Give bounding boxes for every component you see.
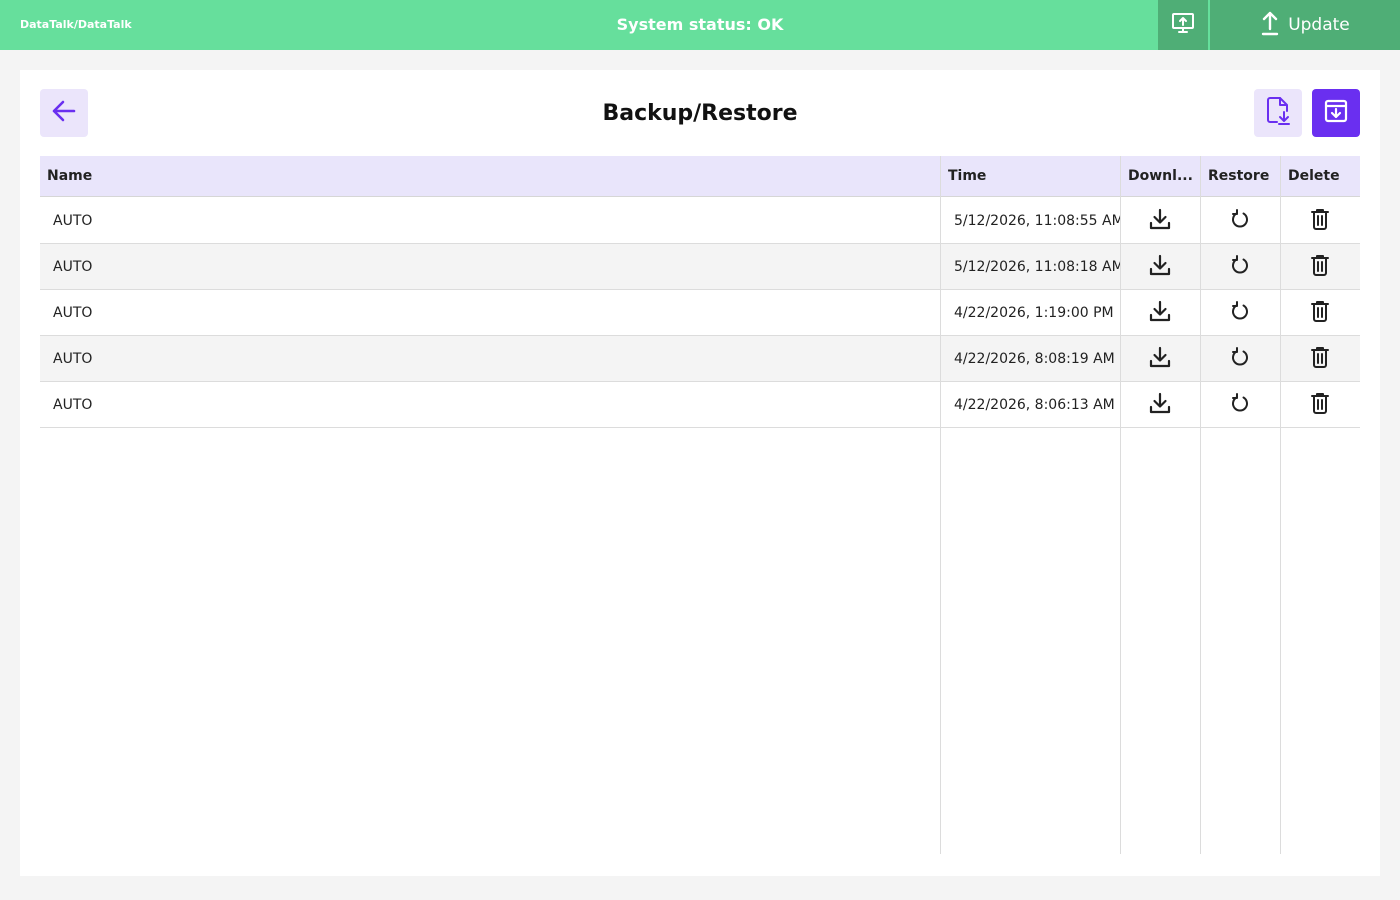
backup-time: 4/22/2026, 1:19:00 PM xyxy=(954,305,1114,321)
table-row[interactable]: AUTO 4/22/2026, 8:06:13 AM xyxy=(40,382,1360,428)
file-download-button[interactable] xyxy=(1254,89,1302,137)
backup-time: 5/12/2026, 11:08:55 AM xyxy=(954,213,1120,229)
backup-time: 4/22/2026, 8:08:19 AM xyxy=(954,351,1115,367)
trash-icon xyxy=(1310,300,1330,326)
breadcrumb[interactable]: DataTalk/DataTalk xyxy=(20,18,132,31)
column-divider xyxy=(940,156,941,854)
column-header-restore[interactable]: Restore xyxy=(1201,156,1281,197)
download-button[interactable] xyxy=(1120,382,1200,428)
download-button[interactable] xyxy=(1120,198,1200,244)
download-icon xyxy=(1149,300,1171,326)
restore-icon xyxy=(1229,254,1251,280)
screen-upload-button[interactable] xyxy=(1158,0,1208,50)
column-divider xyxy=(1120,156,1121,854)
archive-download-button[interactable] xyxy=(1312,89,1360,137)
top-bar: DataTalk/DataTalk System status: OK Upda… xyxy=(0,0,1400,50)
table-row[interactable]: AUTO 5/12/2026, 11:08:18 AM xyxy=(40,244,1360,290)
table-row[interactable]: AUTO 4/22/2026, 8:08:19 AM xyxy=(40,336,1360,382)
back-button[interactable] xyxy=(40,89,88,137)
download-icon xyxy=(1149,208,1171,234)
delete-button[interactable] xyxy=(1280,290,1360,336)
delete-button[interactable] xyxy=(1280,382,1360,428)
delete-button[interactable] xyxy=(1280,198,1360,244)
restore-icon xyxy=(1229,208,1251,234)
download-icon xyxy=(1149,392,1171,418)
update-button[interactable]: Update xyxy=(1210,0,1400,50)
download-button[interactable] xyxy=(1120,290,1200,336)
column-divider xyxy=(1200,156,1201,854)
backup-table: Name Time Downl... Restore Delete AUTO 5… xyxy=(40,156,1360,854)
download-icon xyxy=(1149,254,1171,280)
restore-button[interactable] xyxy=(1200,198,1280,244)
screen-upload-icon xyxy=(1171,11,1195,39)
restore-button[interactable] xyxy=(1200,336,1280,382)
trash-icon xyxy=(1310,208,1330,234)
column-header-name[interactable]: Name xyxy=(40,156,940,197)
restore-icon xyxy=(1229,300,1251,326)
download-button[interactable] xyxy=(1120,244,1200,290)
column-header-delete[interactable]: Delete xyxy=(1281,156,1360,197)
backup-time: 4/22/2026, 8:06:13 AM xyxy=(954,397,1115,413)
table-row[interactable]: AUTO 4/22/2026, 1:19:00 PM xyxy=(40,290,1360,336)
backup-time: 5/12/2026, 11:08:18 AM xyxy=(954,259,1120,275)
download-icon xyxy=(1149,346,1171,372)
column-divider xyxy=(1280,156,1281,854)
delete-button[interactable] xyxy=(1280,244,1360,290)
restore-icon xyxy=(1229,392,1251,418)
backup-name: AUTO xyxy=(53,213,93,229)
archive-download-icon xyxy=(1323,98,1349,128)
restore-button[interactable] xyxy=(1200,290,1280,336)
delete-button[interactable] xyxy=(1280,336,1360,382)
restore-button[interactable] xyxy=(1200,244,1280,290)
backup-name: AUTO xyxy=(53,259,93,275)
arrow-left-icon xyxy=(51,98,77,128)
trash-icon xyxy=(1310,254,1330,280)
column-header-time[interactable]: Time xyxy=(941,156,1121,197)
backup-name: AUTO xyxy=(53,305,93,321)
update-label: Update xyxy=(1288,15,1350,35)
backup-name: AUTO xyxy=(53,397,93,413)
table-header: Name Time Downl... Restore Delete xyxy=(40,156,1360,197)
page-title: Backup/Restore xyxy=(602,101,798,126)
restore-icon xyxy=(1229,346,1251,372)
column-header-download[interactable]: Downl... xyxy=(1121,156,1201,197)
backup-restore-panel: Backup/Restore Name Time Downl... Restor… xyxy=(20,70,1380,876)
trash-icon xyxy=(1310,392,1330,418)
upload-arrow-icon xyxy=(1260,10,1280,41)
table-row[interactable]: AUTO 5/12/2026, 11:08:55 AM xyxy=(40,198,1360,244)
restore-button[interactable] xyxy=(1200,382,1280,428)
trash-icon xyxy=(1310,346,1330,372)
backup-name: AUTO xyxy=(53,351,93,367)
download-button[interactable] xyxy=(1120,336,1200,382)
file-download-icon xyxy=(1265,96,1291,130)
